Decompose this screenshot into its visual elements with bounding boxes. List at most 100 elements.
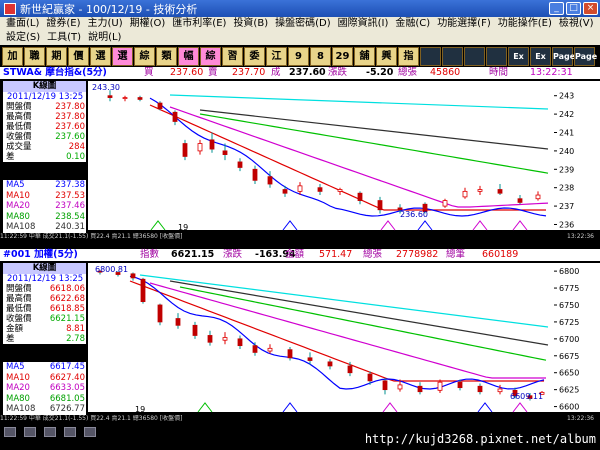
toolbar-button[interactable]: 期 — [46, 46, 67, 66]
x-axis-label: 19 — [135, 405, 145, 414]
info-key: 收盤價 — [6, 132, 32, 142]
y-tick-label: 239 — [559, 165, 574, 174]
excel-button[interactable]: Ex — [508, 46, 529, 66]
change-label: 漲跌 — [328, 67, 348, 78]
toolbar-button[interactable]: 綜 — [200, 46, 221, 66]
ma-value: 6617.45 — [49, 362, 85, 372]
toolbar-button[interactable]: 價 — [68, 46, 89, 66]
status-time: 13:22:36 — [567, 415, 594, 422]
info-value: 0.10 — [66, 152, 85, 162]
window-icon[interactable] — [24, 427, 36, 437]
buy-value: 237.60 — [170, 67, 204, 78]
y-tick-label: 240 — [559, 147, 574, 156]
info-key: 差 — [6, 152, 15, 162]
toolbar-button[interactable]: 江 — [266, 46, 287, 66]
candle-body — [107, 95, 113, 98]
symbol-label[interactable]: STWA& 摩台指&(5分) — [3, 67, 107, 79]
toolbar-button[interactable]: 選 — [90, 46, 111, 66]
menu-fx-rates[interactable]: 匯市利率(E) — [170, 17, 231, 31]
menu-securities[interactable]: 證券(E) — [44, 17, 85, 31]
count-label: 總筆 — [446, 249, 466, 260]
window-icon[interactable] — [44, 427, 56, 437]
ma-key: MA80 — [6, 211, 30, 222]
menu-tools[interactable]: 工具(T) — [45, 31, 86, 45]
info-row: 差 0.10 — [3, 152, 86, 162]
menu-view[interactable]: 檢視(V) — [557, 17, 599, 31]
menu-settings[interactable]: 設定(S) — [4, 31, 45, 45]
toolbar-button[interactable]: 興 — [376, 46, 397, 66]
ma-row: MA108 240.31 — [3, 222, 86, 233]
page-button[interactable]: Page — [552, 46, 575, 66]
toolbar-button[interactable]: 類 — [156, 46, 177, 66]
y-tick-label: 6700 — [559, 335, 579, 344]
status-bar: 11:22:59 中華 成交21.1(-1.55) 買22.4 賣21.1 總3… — [0, 415, 600, 423]
toolbar-button[interactable]: 8 — [310, 46, 331, 66]
menu-futures-options[interactable]: 期權(O) — [128, 17, 171, 31]
candle-body — [382, 380, 388, 391]
candle-body — [192, 324, 198, 336]
index-candlestick-chart[interactable]: 6800 6775 6750 6725 6700 6675 6650 6625 6600 6800… — [0, 249, 600, 423]
toolbar-button[interactable]: 幅 — [178, 46, 199, 66]
ma-row: MA5 237.38 — [3, 180, 86, 191]
toolbar-button[interactable]: 委 — [244, 46, 265, 66]
candle-body — [175, 318, 181, 326]
window-icon[interactable] — [4, 427, 16, 437]
chart-icon-button[interactable] — [420, 46, 441, 66]
amount-value: 571.47 — [319, 249, 353, 260]
candle-body — [237, 161, 243, 168]
minimize-button[interactable]: _ — [549, 2, 564, 15]
bottom-icons — [4, 427, 96, 437]
menu-investment[interactable]: 投資(B) — [231, 17, 273, 31]
toolbar-button[interactable]: 29 — [332, 46, 353, 66]
info-value: 237.60 — [55, 122, 85, 132]
menu-function-select[interactable]: 功能選擇(F) — [435, 17, 496, 31]
menu-finance[interactable]: 金融(C) — [393, 17, 435, 31]
menu-screen[interactable]: 畫面(L) — [4, 17, 44, 31]
window-icon[interactable] — [64, 427, 76, 437]
y-tick-label: 243 — [559, 92, 574, 101]
candle-body — [222, 337, 228, 341]
toolbar-button[interactable]: 綜 — [134, 46, 155, 66]
toolbar-button[interactable]: 9 — [288, 46, 309, 66]
menu-trading-code[interactable]: 操盤密碼(D) — [273, 17, 336, 31]
info-row: 最低價 6618.85 — [3, 304, 86, 314]
menu-bar: 畫面(L) 證券(E) 主力(U) 期權(O) 匯市利率(E) 投資(B) 操盤… — [0, 17, 600, 45]
excel-button[interactable]: Ex — [530, 46, 551, 66]
bottom-bar: http://kujd3268.pixnet.net/album — [0, 424, 600, 450]
y-tick-label: 6750 — [559, 301, 579, 310]
toolbar-button[interactable]: 舖 — [354, 46, 375, 66]
info-row: 收盤價 237.60 — [3, 132, 86, 142]
title-bar: 新世紀贏家 - 100/12/19 - 技術分析 _ □ × — [0, 0, 600, 17]
symbol-label[interactable]: #001 加權(5分) — [3, 249, 78, 261]
y-tick-label: 6675 — [559, 352, 579, 361]
close-button[interactable]: × — [583, 2, 598, 15]
y-tick-label: 6800 — [559, 267, 579, 276]
volume-value: 45860 — [430, 67, 461, 78]
menu-function-operate[interactable]: 功能操作(E) — [496, 17, 557, 31]
page-button[interactable]: Page — [574, 46, 597, 66]
toolbar-button[interactable]: 習 — [222, 46, 243, 66]
time-value: 13:22:31 — [530, 67, 573, 78]
sell-label: 賣 — [208, 67, 218, 78]
menu-help[interactable]: 說明(L) — [86, 31, 126, 45]
ma-key: MA5 — [6, 180, 25, 190]
toolbar-button[interactable]: 指 — [398, 46, 419, 66]
chart-icon-button[interactable] — [442, 46, 463, 66]
info-key: 開盤價 — [6, 284, 32, 294]
candle-body — [497, 189, 503, 194]
menu-intl-info[interactable]: 國際資訊(I) — [336, 17, 394, 31]
futures-candlestick-chart[interactable]: 243 242 241 240 239 238 237 236 243.30 236.60 19 — [0, 67, 600, 241]
index-value: 6621.15 — [171, 249, 215, 260]
ma-key: MA5 — [6, 362, 25, 372]
ma-key: MA20 — [6, 383, 30, 393]
toolbar-button[interactable]: 職 — [24, 46, 45, 66]
chart-icon-button[interactable] — [464, 46, 485, 66]
toolbar-button[interactable]: 加 — [2, 46, 23, 66]
info-date: 2011/12/19 13:25 — [7, 274, 84, 284]
maximize-button[interactable]: □ — [566, 2, 581, 15]
chart-icon-button[interactable] — [486, 46, 507, 66]
menu-main-force[interactable]: 主力(U) — [86, 17, 128, 31]
window-icon[interactable] — [84, 427, 96, 437]
toolbar-button[interactable]: 選 — [112, 46, 133, 66]
candle-body — [130, 273, 136, 279]
